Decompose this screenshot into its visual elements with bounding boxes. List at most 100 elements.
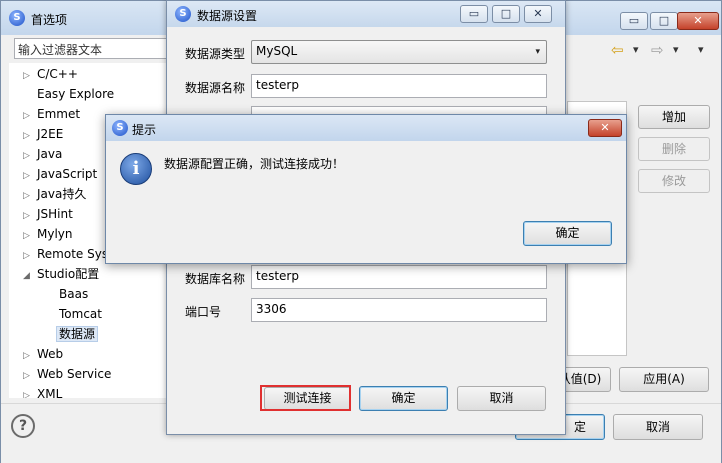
tree-item-label: Java	[37, 147, 63, 161]
expand-arrow-icon[interactable]: ▷	[23, 366, 37, 386]
tree-item-label: Easy Explore	[37, 87, 115, 101]
tree-item-selected[interactable]: 数据源	[56, 324, 99, 344]
expand-arrow-icon[interactable]: ▷	[23, 106, 37, 126]
alert-ok-button[interactable]: 确定	[523, 221, 612, 246]
port-label: 端口号	[185, 305, 222, 319]
port-field[interactable]: 3306	[251, 298, 547, 322]
chevron-down-icon: ▾	[535, 47, 540, 57]
tree-item[interactable]: Tomcat	[59, 304, 102, 324]
app-icon: S	[112, 120, 128, 136]
datasource-ok-button[interactable]: 确定	[359, 386, 448, 411]
add-button[interactable]: 增加	[638, 105, 710, 129]
apply-button[interactable]: 应用(A)	[619, 367, 709, 392]
tree-item-label: Java持久	[37, 187, 87, 201]
back-arrow-icon[interactable]: ⇦	[611, 41, 624, 59]
datasource-cancel-label: 取消	[489, 391, 514, 405]
tree-item[interactable]: ◢ Studio配置	[23, 264, 99, 284]
forward-menu-icon[interactable]: ▾	[673, 43, 679, 56]
database-name-field[interactable]: testerp	[251, 265, 547, 289]
tree-item[interactable]: ▷ Mylyn	[23, 224, 73, 244]
edit-button[interactable]: 修改	[638, 169, 710, 193]
minimize-button[interactable]: ▭	[620, 12, 648, 30]
info-icon: i	[120, 153, 152, 185]
expand-arrow-icon[interactable]: ▷	[23, 346, 37, 366]
delete-label: 删除	[661, 142, 686, 156]
filter-input[interactable]: 输入过滤器文本	[14, 38, 174, 59]
tree-item-label: Web Service	[37, 367, 112, 381]
back-menu-icon[interactable]: ▾	[633, 43, 639, 56]
tree-item-label: Tomcat	[59, 307, 102, 321]
alert-ok-label: 确定	[555, 226, 580, 240]
datasource-ok-label: 确定	[391, 391, 416, 405]
maximize-button[interactable]: □	[650, 12, 678, 30]
expand-arrow-icon[interactable]: ▷	[23, 146, 37, 166]
tree-item-label: JavaScript	[37, 167, 98, 181]
dbname-label: 数据库名称	[185, 272, 246, 286]
alert-dialog: S 提示 ✕ i 数据源配置正确，测试连接成功！ 确定	[105, 114, 627, 264]
add-label: 增加	[661, 110, 686, 124]
expand-arrow-icon[interactable]: ▷	[23, 126, 37, 146]
cancel-button[interactable]: 取消	[613, 414, 703, 440]
tree-item-label: 数据源	[56, 326, 99, 342]
tree-item[interactable]: ▷ Java持久	[23, 184, 86, 204]
expand-arrow-icon[interactable]: ▷	[23, 386, 37, 398]
maximize-icon: □	[658, 14, 670, 27]
minimize-icon: ▭	[628, 14, 640, 27]
app-icon: S	[175, 6, 191, 22]
tree-item-label: XML	[37, 387, 63, 398]
tree-item[interactable]: ▷ JSHint	[23, 204, 73, 224]
tree-item-label: C/C++	[37, 67, 78, 81]
datasource-type-select[interactable]: MySQL ▾	[251, 40, 547, 64]
tree-item[interactable]: Easy Explore	[23, 84, 114, 104]
collapse-arrow-icon[interactable]: ◢	[23, 266, 37, 286]
minimize-button[interactable]: ▭	[460, 5, 488, 23]
close-icon: ✕	[693, 14, 703, 27]
close-icon: ✕	[600, 121, 610, 134]
maximize-button[interactable]: □	[492, 5, 520, 23]
close-button[interactable]: ✕	[524, 5, 552, 23]
app-icon: S	[9, 10, 25, 26]
type-label: 数据源类型	[185, 47, 246, 61]
tree-item-label: Baas	[59, 287, 89, 301]
alert-titlebar[interactable]: S 提示 ✕	[106, 115, 626, 141]
tree-item[interactable]: ▷ Remote Sys	[23, 244, 108, 264]
tree-item-label: JSHint	[37, 207, 73, 221]
maximize-icon: □	[500, 7, 512, 20]
help-icon[interactable]: ?	[11, 414, 35, 438]
expand-arrow-icon[interactable]: ▷	[23, 246, 37, 266]
tree-item[interactable]: ▷ Web	[23, 344, 63, 364]
tree-item[interactable]: ▷ JavaScript	[23, 164, 97, 184]
expand-arrow-icon[interactable]: ▷	[23, 226, 37, 246]
close-icon: ✕	[533, 7, 543, 20]
tree-item[interactable]: ▷ Java	[23, 144, 62, 164]
close-button[interactable]: ✕	[677, 12, 719, 30]
datasource-name-field[interactable]: testerp	[251, 74, 547, 98]
alert-close-button[interactable]: ✕	[588, 119, 622, 137]
datasource-title: 数据源设置	[197, 9, 258, 23]
tree-item-label: J2EE	[37, 127, 64, 141]
tree-item-label: Mylyn	[37, 227, 73, 241]
name-label: 数据源名称	[185, 81, 246, 95]
alert-message: 数据源配置正确，测试连接成功！	[164, 157, 345, 171]
delete-button[interactable]: 删除	[638, 137, 710, 161]
type-value: MySQL	[256, 44, 298, 58]
tree-item[interactable]: Baas	[59, 284, 88, 304]
apply-label: 应用(A)	[643, 372, 685, 386]
expand-arrow-icon[interactable]: ▷	[23, 206, 37, 226]
expand-arrow-icon[interactable]: ▷	[23, 186, 37, 206]
datasource-titlebar[interactable]: S 数据源设置 ▭ □ ✕	[167, 1, 565, 27]
expand-arrow-icon[interactable]: ▷	[23, 66, 37, 86]
tree-item-label: Remote Sys	[37, 247, 109, 261]
datasource-cancel-button[interactable]: 取消	[457, 386, 546, 411]
tree-item[interactable]: ▷ Web Service	[23, 364, 111, 384]
tree-item[interactable]: ▷ J2EE	[23, 124, 63, 144]
view-menu-icon[interactable]: ▾	[698, 43, 704, 56]
forward-arrow-icon[interactable]: ⇨	[651, 41, 664, 59]
expand-arrow-icon[interactable]: ▷	[23, 166, 37, 186]
tree-item-label: Web	[37, 347, 64, 361]
tree-item[interactable]: ▷ Emmet	[23, 104, 80, 124]
tree-item[interactable]: ▷ XML	[23, 384, 62, 398]
alert-title: 提示	[132, 123, 157, 137]
tree-item[interactable]: ▷ C/C++	[23, 64, 78, 84]
edit-label: 修改	[661, 174, 686, 188]
